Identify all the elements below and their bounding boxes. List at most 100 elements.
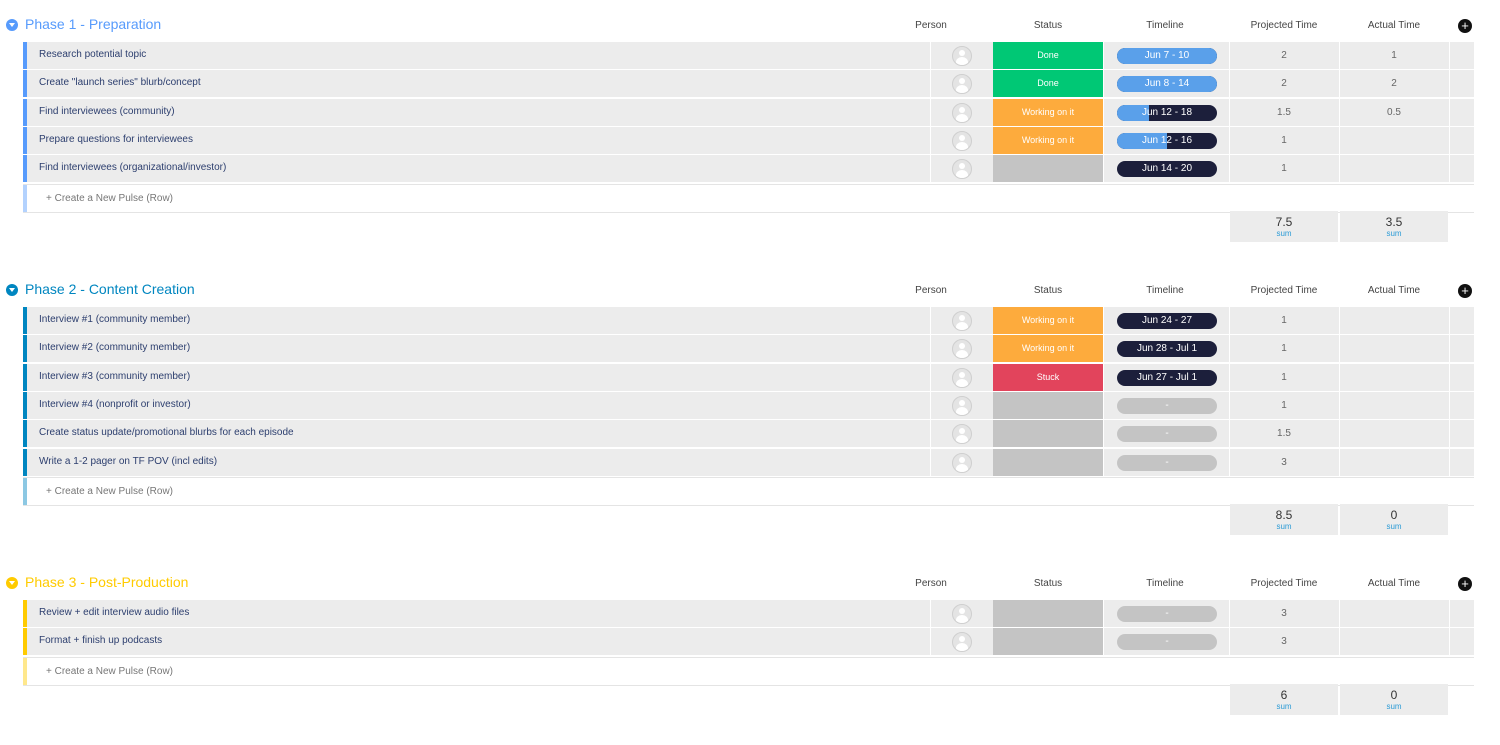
actual-time-cell[interactable]: 1 — [1344, 50, 1444, 61]
create-new-row-label[interactable]: + Create a New Pulse (Row) — [46, 193, 173, 204]
timeline-pill[interactable]: Jun 7 - 10 — [1117, 48, 1217, 64]
projected-time-cell[interactable]: 1 — [1234, 315, 1334, 326]
collapse-group-icon[interactable] — [6, 284, 18, 296]
person-avatar-icon[interactable] — [952, 604, 972, 624]
person-avatar-icon[interactable] — [952, 102, 972, 123]
status-cell[interactable] — [993, 448, 1103, 476]
status-cell[interactable] — [993, 391, 1103, 419]
column-header-actual[interactable]: Actual Time — [1347, 285, 1442, 296]
projected-time-cell[interactable]: 2 — [1234, 78, 1334, 89]
timeline-pill[interactable]: Jun 12 - 16 — [1117, 132, 1217, 149]
person-avatar-icon[interactable] — [952, 130, 972, 151]
column-header-timeline[interactable]: Timeline — [1118, 20, 1213, 31]
column-header-projected[interactable]: Projected Time — [1234, 578, 1334, 589]
timeline-pill[interactable]: - — [1117, 397, 1217, 414]
row-name[interactable]: Find interviewees (organizational/invest… — [39, 162, 226, 173]
projected-time-cell[interactable]: 1 — [1234, 372, 1334, 383]
person-avatar-icon[interactable] — [952, 632, 972, 653]
status-cell[interactable]: Stuck — [993, 363, 1103, 391]
row-name[interactable]: Find interviewees (community) — [39, 106, 175, 117]
projected-time-cell[interactable]: 1 — [1234, 135, 1334, 146]
person-avatar-icon[interactable] — [952, 424, 972, 445]
person-avatar-icon[interactable] — [952, 395, 972, 416]
status-cell[interactable]: Done — [993, 70, 1103, 98]
table-row[interactable]: Interview #4 (nonprofit or investor) - 1 — [23, 391, 1474, 419]
row-name[interactable]: Review + edit interview audio files — [39, 607, 189, 618]
add-column-icon[interactable]: + — [1458, 284, 1472, 298]
status-cell[interactable]: Done — [993, 42, 1103, 69]
status-cell[interactable] — [993, 600, 1103, 627]
projected-time-cell[interactable]: 1.5 — [1234, 107, 1334, 118]
column-header-timeline[interactable]: Timeline — [1118, 285, 1213, 296]
create-new-row-label[interactable]: + Create a New Pulse (Row) — [46, 486, 173, 497]
column-header-status[interactable]: Status — [1001, 285, 1096, 296]
row-name[interactable]: Create status update/promotional blurbs … — [39, 427, 294, 438]
table-row[interactable]: Find interviewees (community) Working on … — [23, 98, 1474, 126]
add-column-icon[interactable]: + — [1458, 19, 1472, 33]
projected-time-cell[interactable]: 1 — [1234, 400, 1334, 411]
table-row[interactable]: Find interviewees (organizational/invest… — [23, 155, 1474, 183]
create-new-row[interactable]: + Create a New Pulse (Row) — [23, 183, 1474, 213]
group-title[interactable]: Phase 1 - Preparation — [25, 16, 161, 32]
projected-time-cell[interactable]: 1 — [1234, 343, 1334, 354]
row-name[interactable]: Research potential topic — [39, 49, 146, 60]
timeline-pill[interactable]: Jun 28 - Jul 1 — [1117, 341, 1217, 358]
actual-time-cell[interactable]: 0.5 — [1344, 107, 1444, 118]
table-row[interactable]: Format + finish up podcasts - 3 — [23, 628, 1474, 656]
add-column-icon[interactable]: + — [1458, 577, 1472, 591]
timeline-pill[interactable]: Jun 27 - Jul 1 — [1117, 369, 1217, 386]
row-name[interactable]: Interview #4 (nonprofit or investor) — [39, 399, 191, 410]
column-header-person[interactable]: Person — [901, 578, 961, 589]
column-header-status[interactable]: Status — [1001, 20, 1096, 31]
table-row[interactable]: Interview #2 (community member) Working o… — [23, 335, 1474, 363]
table-row[interactable]: Research potential topic Done Jun 7 - 10 2 1 — [23, 42, 1474, 69]
timeline-pill[interactable]: - — [1117, 634, 1217, 651]
table-row[interactable]: Create status update/promotional blurbs … — [23, 420, 1474, 448]
timeline-pill[interactable]: Jun 14 - 20 — [1117, 161, 1217, 178]
row-name[interactable]: Prepare questions for interviewees — [39, 134, 193, 145]
row-name[interactable]: Interview #1 (community member) — [39, 314, 190, 325]
actual-time-cell[interactable]: 2 — [1344, 78, 1444, 89]
create-new-row[interactable]: + Create a New Pulse (Row) — [23, 476, 1474, 506]
collapse-group-icon[interactable] — [6, 19, 18, 31]
status-cell[interactable]: Working on it — [993, 126, 1103, 154]
table-row[interactable]: Create "launch series" blurb/concept Done… — [23, 70, 1474, 98]
create-new-row[interactable]: + Create a New Pulse (Row) — [23, 656, 1474, 686]
table-row[interactable]: Interview #3 (community member) Stuck Jun … — [23, 363, 1474, 391]
timeline-pill[interactable]: Jun 12 - 18 — [1117, 104, 1217, 121]
table-row[interactable]: Review + edit interview audio files - 3 — [23, 600, 1474, 627]
table-row[interactable]: Write a 1-2 pager on TF POV (incl edits)… — [23, 448, 1474, 476]
row-name[interactable]: Interview #2 (community member) — [39, 342, 190, 353]
table-row[interactable]: Prepare questions for interviewees Workin… — [23, 126, 1474, 154]
collapse-group-icon[interactable] — [6, 577, 18, 589]
timeline-pill[interactable]: - — [1117, 426, 1217, 443]
group-title[interactable]: Phase 3 - Post-Production — [25, 574, 188, 590]
person-avatar-icon[interactable] — [952, 339, 972, 360]
projected-time-cell[interactable]: 2 — [1234, 50, 1334, 61]
status-cell[interactable]: Working on it — [993, 335, 1103, 363]
group-title[interactable]: Phase 2 - Content Creation — [25, 281, 195, 297]
status-cell[interactable] — [993, 628, 1103, 656]
timeline-pill[interactable]: Jun 8 - 14 — [1117, 76, 1217, 93]
row-name[interactable]: Format + finish up podcasts — [39, 635, 162, 646]
status-cell[interactable] — [993, 155, 1103, 183]
column-header-status[interactable]: Status — [1001, 578, 1096, 589]
table-row[interactable]: Interview #1 (community member) Working o… — [23, 307, 1474, 334]
projected-time-cell[interactable]: 1.5 — [1234, 428, 1334, 439]
column-header-person[interactable]: Person — [901, 285, 961, 296]
row-name[interactable]: Create "launch series" blurb/concept — [39, 77, 201, 88]
timeline-pill[interactable]: Jun 24 - 27 — [1117, 313, 1217, 329]
person-avatar-icon[interactable] — [952, 159, 972, 180]
column-header-projected[interactable]: Projected Time — [1234, 20, 1334, 31]
status-cell[interactable]: Working on it — [993, 98, 1103, 126]
create-new-row-label[interactable]: + Create a New Pulse (Row) — [46, 666, 173, 677]
projected-time-cell[interactable]: 1 — [1234, 163, 1334, 174]
column-header-timeline[interactable]: Timeline — [1118, 578, 1213, 589]
row-name[interactable]: Interview #3 (community member) — [39, 371, 190, 382]
status-cell[interactable]: Working on it — [993, 307, 1103, 334]
column-header-person[interactable]: Person — [901, 20, 961, 31]
person-avatar-icon[interactable] — [952, 367, 972, 388]
column-header-actual[interactable]: Actual Time — [1347, 20, 1442, 31]
person-avatar-icon[interactable] — [952, 46, 972, 66]
person-avatar-icon[interactable] — [952, 311, 972, 331]
